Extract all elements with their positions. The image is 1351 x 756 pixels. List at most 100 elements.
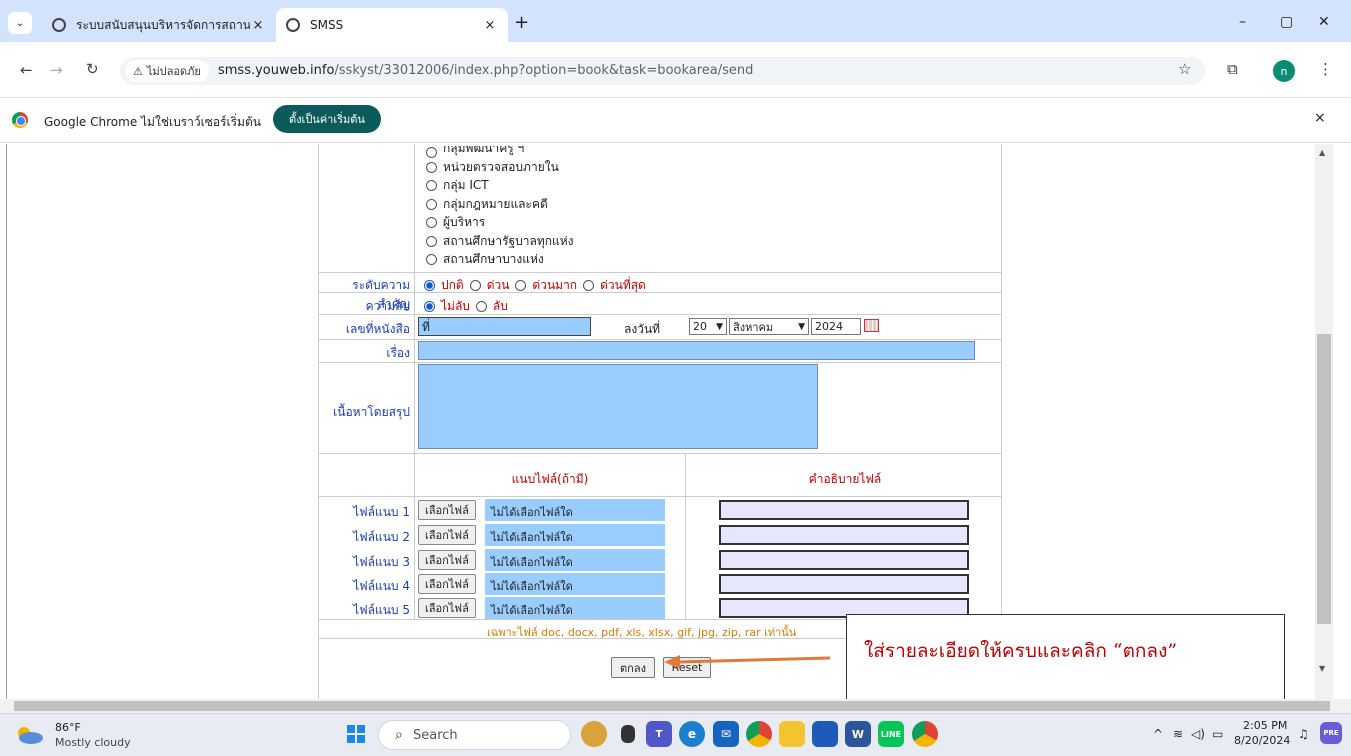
reload-icon[interactable]: ↻ <box>86 60 99 78</box>
weather-description[interactable]: Mostly cloudy <box>55 736 131 749</box>
month-select[interactable]: สิงหาคม ▼ <box>729 318 809 335</box>
chevron-down-icon: ▼ <box>798 321 805 332</box>
volume-icon[interactable]: ◁) <box>1191 727 1205 741</box>
radio-icon[interactable] <box>426 161 437 173</box>
radio-icon[interactable] <box>426 180 437 192</box>
search-placeholder[interactable]: Search <box>413 728 458 743</box>
radio-icon[interactable] <box>426 217 437 229</box>
radio-icon[interactable] <box>426 147 437 158</box>
chrome-profile-icon[interactable] <box>912 721 938 747</box>
file-description-input[interactable] <box>719 525 969 545</box>
clock-time[interactable]: 2:05 PM <box>1243 719 1287 732</box>
close-window-button[interactable]: ✕ <box>1318 14 1330 30</box>
scroll-up-icon[interactable]: ▲ <box>1319 148 1325 157</box>
restore-button[interactable]: ▢ <box>1280 14 1293 30</box>
close-tab-icon[interactable]: × <box>482 18 498 33</box>
priority-option-urgent[interactable]: ด่วน <box>469 276 509 295</box>
store-icon[interactable] <box>812 721 838 747</box>
bookmark-star-icon[interactable]: ☆ <box>1178 60 1191 78</box>
minimize-button[interactable]: – <box>1239 14 1246 30</box>
day-select[interactable]: 20 ▼ <box>689 318 727 335</box>
subject-input[interactable] <box>418 341 975 360</box>
department-option[interactable]: กลุ่ม ICT <box>426 177 574 196</box>
mail-icon[interactable]: ✉ <box>713 721 739 747</box>
tab-search-button[interactable]: ⌄ <box>8 12 32 34</box>
summary-textarea[interactable] <box>418 364 818 449</box>
choose-file-button[interactable]: เลือกไฟล์ <box>418 550 476 570</box>
radio-icon[interactable] <box>424 280 435 291</box>
radio-icon[interactable] <box>475 301 487 312</box>
submit-button[interactable]: ตกลง <box>611 657 655 678</box>
taskbar-search[interactable] <box>378 720 571 750</box>
file-status: ไม่ได้เลือกไฟล์ใด <box>491 556 573 569</box>
windows-start-icon[interactable] <box>347 725 365 743</box>
profile-avatar[interactable]: n <box>1273 60 1295 82</box>
weather-temperature[interactable]: 86°F <box>55 721 81 734</box>
copilot-icon[interactable]: PRE <box>1320 722 1342 744</box>
choose-file-button[interactable]: เลือกไฟล์ <box>418 500 476 520</box>
outer-scroll-track <box>1333 144 1351 699</box>
clock-date[interactable]: 8/20/2024 <box>1234 734 1290 747</box>
choose-file-button[interactable]: เลือกไฟล์ <box>418 574 476 594</box>
menu-kebab-icon[interactable]: ⋮ <box>1318 60 1333 78</box>
tab-smss[interactable]: SMSS × <box>276 8 508 42</box>
radio-icon[interactable] <box>469 280 481 291</box>
task-view-icon[interactable] <box>621 725 635 743</box>
priority-option-very-urgent[interactable]: ด่วนมาก <box>515 276 577 295</box>
department-option[interactable]: กลุ่มกฎหมายและคดี <box>426 195 574 214</box>
scrollbar-thumb[interactable] <box>14 701 1330 711</box>
priority-option-normal[interactable]: ปกติ <box>424 276 464 295</box>
department-option[interactable]: สถานศึกษาบางแห่ง <box>426 251 574 270</box>
secrecy-option-not-secret[interactable]: ไม่ลับ <box>424 297 470 316</box>
security-chip[interactable]: ⚠ ไม่ปลอดภัย <box>125 60 209 82</box>
teams-icon[interactable]: T <box>646 721 672 747</box>
chrome-icon[interactable] <box>746 721 772 747</box>
url-host: smss.youweb.info <box>218 63 335 78</box>
calendar-icon[interactable] <box>864 319 879 332</box>
wifi-icon[interactable]: ≋ <box>1173 727 1183 741</box>
file-description-input[interactable] <box>719 500 969 520</box>
vertical-scrollbar[interactable]: ▲ ▼ <box>1315 144 1333 699</box>
line-icon[interactable]: LINE <box>878 721 904 747</box>
radio-icon[interactable] <box>515 280 527 291</box>
close-tab-icon[interactable]: × <box>250 18 266 33</box>
infobar-close-icon[interactable]: × <box>1314 110 1326 126</box>
radio-icon[interactable] <box>583 280 595 291</box>
choose-file-button[interactable]: เลือกไฟล์ <box>418 598 476 618</box>
doc-number-input[interactable]: ที่ <box>418 317 591 336</box>
back-arrow-icon[interactable]: ← <box>20 61 33 79</box>
secrecy-option-secret[interactable]: ลับ <box>475 297 508 316</box>
horizontal-scrollbar[interactable] <box>0 699 1351 713</box>
department-option[interactable]: หน่วยตรวจสอบภายใน <box>426 158 574 177</box>
tab-smss-system[interactable]: ระบบสนับสนุนบริหารจัดการสถานศึกษ × <box>42 8 276 42</box>
file-label: ไฟล์แนบ 1 <box>353 505 410 519</box>
file-explorer-icon[interactable] <box>779 721 805 747</box>
word-icon[interactable]: W <box>845 721 871 747</box>
year-input[interactable]: 2024 <box>811 318 861 335</box>
scrollbar-thumb[interactable] <box>1317 334 1331 624</box>
department-option[interactable]: ผู้บริหาร <box>426 214 574 233</box>
set-default-button[interactable]: ตั้งเป็นค่าเริ่มต้น <box>273 105 381 133</box>
choose-file-button[interactable]: เลือกไฟล์ <box>418 525 476 545</box>
forward-arrow-icon[interactable]: → <box>50 61 63 79</box>
department-option[interactable]: กลุ่มพัฒนาครู ฯ <box>426 146 574 158</box>
new-tab-button[interactable]: + <box>514 14 529 32</box>
extensions-icon[interactable]: ⧉ <box>1227 60 1238 78</box>
radio-icon[interactable] <box>426 254 437 266</box>
edge-icon[interactable]: e <box>679 721 705 747</box>
priority-option-most-urgent[interactable]: ด่วนที่สุด <box>583 276 646 295</box>
search-icon: ⌕ <box>395 727 403 743</box>
radio-icon[interactable] <box>424 301 435 312</box>
url-text[interactable]: smss.youweb.info/sskyst/33012006/index.p… <box>218 63 753 78</box>
divider <box>414 144 415 619</box>
file-description-input[interactable] <box>719 550 969 570</box>
radio-icon[interactable] <box>426 198 437 210</box>
file-description-input[interactable] <box>719 574 969 594</box>
notification-bell-icon[interactable]: ♫ <box>1298 727 1309 741</box>
department-option[interactable]: สถานศึกษารัฐบาลทุกแห่ง <box>426 232 574 251</box>
tray-chevron-up-icon[interactable]: ^ <box>1153 727 1163 741</box>
battery-icon[interactable]: ▭ <box>1212 727 1223 741</box>
game-app-icon[interactable] <box>581 721 607 747</box>
radio-icon[interactable] <box>426 235 437 247</box>
scroll-down-icon[interactable]: ▼ <box>1319 664 1325 673</box>
